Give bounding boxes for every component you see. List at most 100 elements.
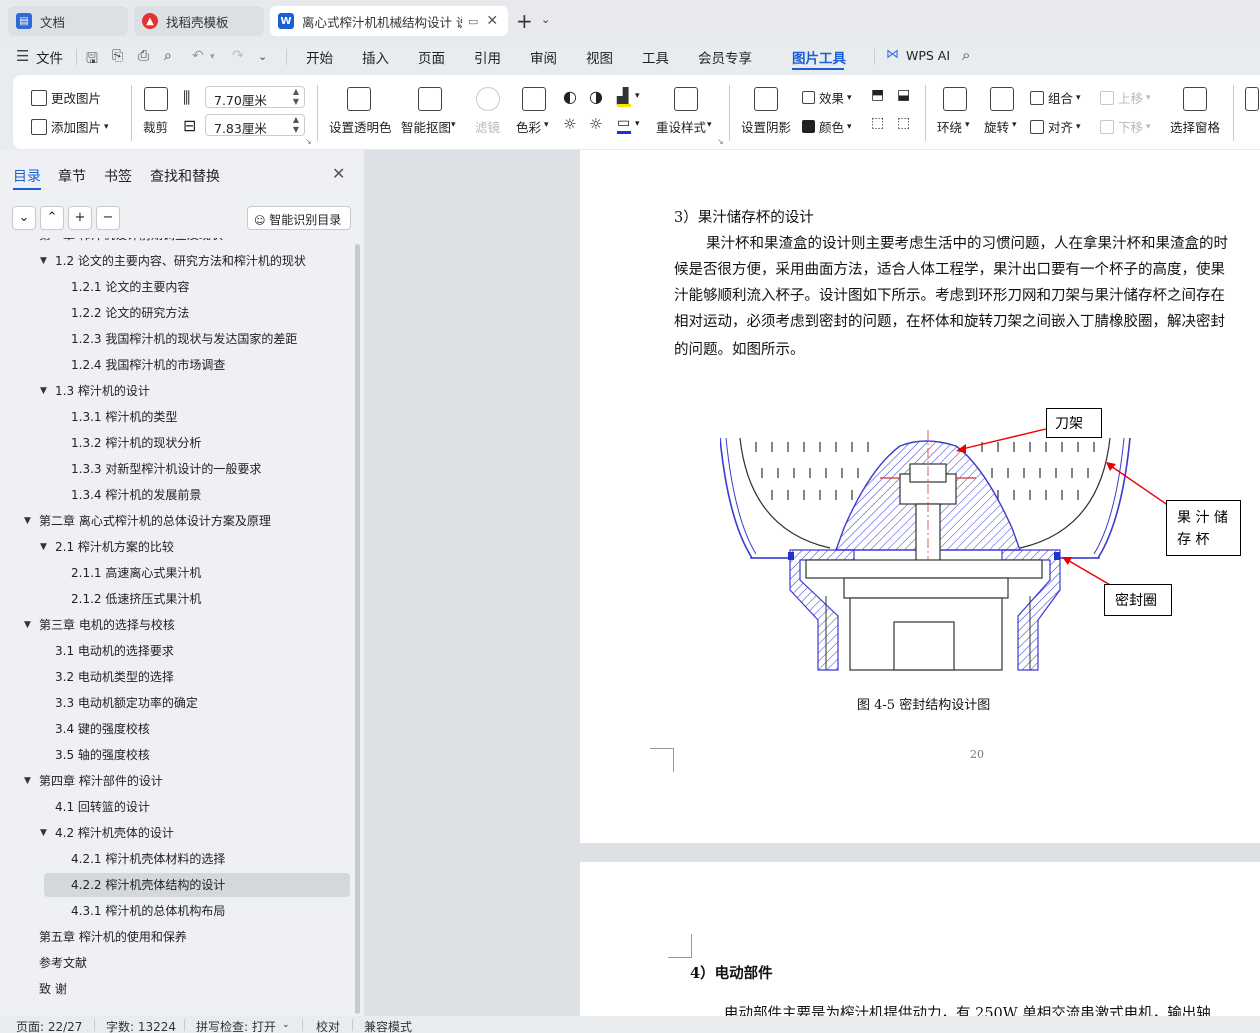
toc-item[interactable]: 3.4 键的强度校核 — [0, 717, 350, 741]
expand-down-button[interactable]: ⌄ — [12, 206, 36, 230]
toc-item[interactable]: ▼ 第三章 电机的选择与校核 — [0, 613, 350, 637]
save-icon[interactable]: 🖫 — [86, 48, 98, 72]
dialog-launcher-icon[interactable]: ↘ — [717, 137, 724, 146]
collapse-caret-icon[interactable]: ▼ — [24, 509, 31, 533]
color-adjust-icon[interactable] — [522, 87, 546, 111]
chevron-down-icon[interactable]: ⌄ — [541, 13, 550, 26]
effect-button[interactable]: 效果 ▾ — [802, 88, 852, 107]
collapse-caret-icon[interactable]: ▼ — [24, 238, 31, 247]
toc-item[interactable]: 1.2.3 我国榨汁机的现状与发达国家的差距 — [0, 327, 350, 351]
shadow-icon[interactable] — [754, 87, 778, 111]
dialog-launcher-icon[interactable]: ↘ — [305, 137, 312, 146]
toc-item[interactable]: 2.1.2 低速挤压式果汁机 — [0, 587, 350, 611]
bring-forward-icon[interactable]: ⬒ — [871, 87, 884, 103]
change-image-button[interactable]: 更改图片 — [31, 88, 101, 107]
toc-item[interactable]: 1.3.3 对新型榨汁机设计的一般要求 — [0, 457, 350, 481]
filter-button[interactable]: 滤镜 — [475, 117, 500, 136]
search-icon[interactable]: ⌕ — [962, 46, 970, 64]
toc-item[interactable]: 3.1 电动机的选择要求 — [0, 639, 350, 663]
toc-item[interactable]: 4.2.2 榨汁机壳体结构的设计 — [44, 873, 350, 897]
toc-item[interactable]: 1.2.4 我国榨汁机的市场调查 — [0, 353, 350, 377]
selection-pane-button[interactable]: 选择窗格 — [1170, 117, 1220, 136]
brightness-up-icon[interactable]: ◐ — [563, 87, 577, 106]
color-adjust-button[interactable]: 色彩 — [516, 117, 541, 136]
undo-icon[interactable]: ↶ — [192, 48, 204, 64]
align-top-icon[interactable]: ⬚ — [871, 115, 884, 131]
toc-item[interactable]: 1.2.2 论文的研究方法 — [0, 301, 350, 325]
contrast-up-icon[interactable]: ◑ — [589, 87, 603, 106]
more-chevron-icon[interactable]: ⌄ — [258, 50, 267, 63]
hamburger-icon[interactable]: ☰ — [16, 47, 29, 65]
contrast-down-icon[interactable]: ☼ — [589, 115, 602, 133]
height-field[interactable]: 7.70厘米 ▲ ▼ — [205, 86, 305, 108]
align-button[interactable]: 对齐 ▾ — [1030, 117, 1081, 136]
tab-find-replace[interactable]: 查找和替换 — [150, 166, 220, 186]
redo-icon[interactable]: ↷ — [232, 48, 244, 64]
menu-wps-ai[interactable]: WPS AI — [906, 48, 950, 63]
group-button[interactable]: 组合 ▾ — [1030, 88, 1081, 107]
toc-item[interactable]: 1.2.1 论文的主要内容 — [0, 275, 350, 299]
filter-icon[interactable] — [476, 87, 500, 111]
toc-item[interactable]: 4.1 回转篮的设计 — [0, 795, 350, 819]
menu-picture-tools[interactable]: 图片工具 — [792, 47, 846, 67]
smart-cutout-button[interactable]: 智能抠图 — [401, 117, 451, 136]
width-field[interactable]: 7.83厘米 ▲ ▼ — [205, 114, 305, 136]
crop-icon[interactable] — [144, 87, 168, 111]
spinner-arrows-icon[interactable]: ▲ ▼ — [293, 87, 299, 107]
spinner-arrows-icon[interactable]: ▲ ▼ — [293, 115, 299, 135]
tab-toc[interactable]: 目录 — [13, 166, 41, 186]
page-indicator[interactable]: 页面: 22/27 — [16, 1018, 82, 1033]
screen-icon[interactable]: ▭ — [468, 15, 478, 28]
toc-item[interactable]: ▼ 第二章 离心式榨汁机的总体设计方案及原理 — [0, 509, 350, 533]
color-button[interactable]: 颜色 ▾ — [802, 117, 852, 136]
toc-item[interactable]: 3.5 轴的强度校核 — [0, 743, 350, 767]
toc-item[interactable]: 2.1.1 高速离心式果汁机 — [0, 561, 350, 585]
toc-item[interactable]: ▼ 第一章 榨汁机设计前期调查及现状 — [0, 238, 350, 247]
outline-color-icon[interactable]: ▭ — [617, 115, 630, 131]
proofread-button[interactable]: 校对 — [316, 1018, 340, 1033]
collapse-caret-icon[interactable]: ▼ — [24, 613, 31, 637]
collapse-up-button[interactable]: ⌃ — [40, 206, 64, 230]
seal-structure-drawing[interactable] — [720, 420, 1200, 680]
move-down-button[interactable]: 下移 ▾ — [1100, 117, 1151, 136]
toc-item[interactable]: ▼ 1.2 论文的主要内容、研究方法和榨汁机的现状 — [0, 249, 350, 273]
menu-member[interactable]: 会员专享 — [698, 47, 752, 67]
set-transparent-button[interactable]: 设置透明色 — [329, 117, 392, 136]
collapse-caret-icon[interactable]: ▼ — [40, 379, 47, 403]
menu-view[interactable]: 视图 — [586, 47, 613, 67]
smart-toc-button[interactable]: ☺ 智能识别目录 — [247, 206, 351, 230]
collapse-caret-icon[interactable]: ▼ — [24, 769, 31, 793]
align-bottom-icon[interactable]: ⬚ — [897, 115, 910, 131]
word-count[interactable]: 字数: 13224 — [106, 1018, 176, 1033]
menu-file[interactable]: 文件 — [36, 47, 63, 67]
toc-item[interactable]: 第五章 榨汁机的使用和保养 — [0, 925, 350, 949]
move-up-button[interactable]: 上移 ▾ — [1100, 88, 1151, 107]
tab-sections[interactable]: 章节 — [58, 166, 86, 186]
brightness-down-icon[interactable]: ☼ — [563, 115, 576, 133]
spell-check-toggle[interactable]: 拼写检查: 打开 — [196, 1018, 276, 1033]
fill-color-icon[interactable]: ▟ — [617, 87, 629, 105]
close-panel-icon[interactable]: ✕ — [332, 164, 345, 183]
toc-item[interactable]: 4.2.1 榨汁机壳体材料的选择 — [0, 847, 350, 871]
close-tab-icon[interactable]: ✕ — [486, 13, 498, 29]
set-shadow-button[interactable]: 设置阴影 — [741, 117, 791, 136]
smart-cutout-icon[interactable] — [418, 87, 442, 111]
toc-scrollbar[interactable] — [355, 244, 360, 1014]
toc-item[interactable]: 1.3.1 榨汁机的类型 — [0, 405, 350, 429]
tab-document[interactable]: W 离心式榨汁机机械结构设计 说 ▭ ✕ — [270, 6, 508, 36]
menu-review[interactable]: 审阅 — [530, 47, 557, 67]
toc-item[interactable]: 4.3.1 榨汁机的总体机构布局 — [0, 899, 350, 923]
reset-style-icon[interactable] — [674, 87, 698, 111]
tab-docer[interactable]: ▲ 找稻壳模板 — [134, 6, 264, 36]
toc-item[interactable]: 参考文献 — [0, 951, 350, 975]
wrap-button[interactable]: 环绕 — [937, 117, 962, 136]
menu-insert[interactable]: 插入 — [362, 47, 389, 67]
more-tools-icon[interactable] — [1245, 87, 1259, 111]
menu-start[interactable]: 开始 — [306, 47, 333, 67]
set-transparent-icon[interactable] — [347, 87, 371, 111]
crop-button-label[interactable]: 裁剪 — [143, 117, 168, 136]
toc-item[interactable]: ▼ 2.1 榨汁机方案的比较 — [0, 535, 350, 559]
print-preview-icon[interactable]: ⌕ — [164, 48, 172, 64]
rotate-button[interactable]: 旋转 — [984, 117, 1009, 136]
add-heading-button[interactable]: + — [68, 206, 92, 230]
